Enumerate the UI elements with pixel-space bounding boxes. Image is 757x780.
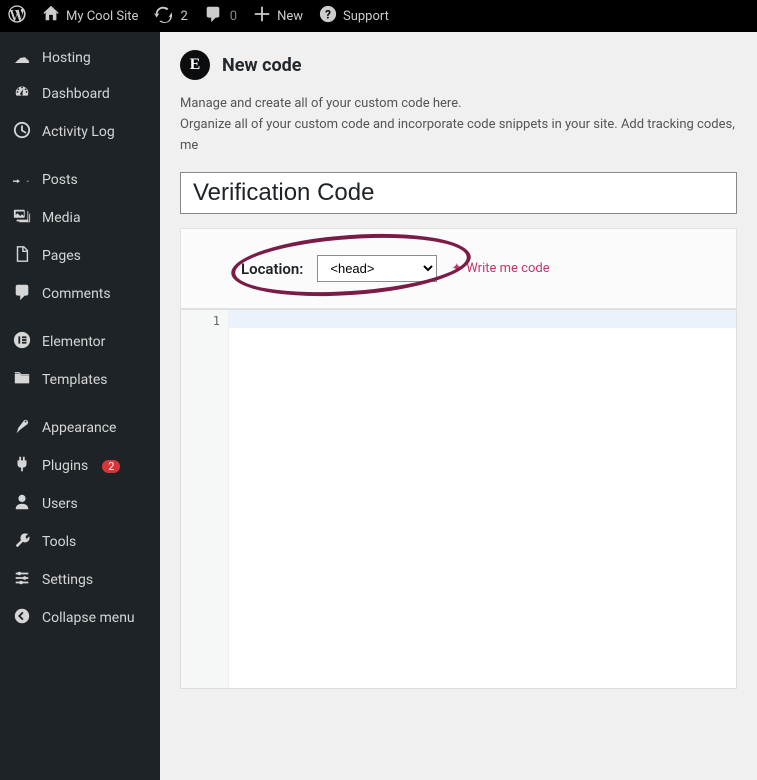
help-icon: ? [319,5,337,27]
support-link[interactable]: ? Support [311,0,397,32]
sidebar-separator [0,151,160,161]
pin-icon [12,169,32,191]
sliders-icon [12,569,32,591]
dashboard-icon [12,83,32,105]
new-label: New [277,9,303,24]
sidebar-item-settings[interactable]: Settings [0,561,160,599]
page-icon [12,245,32,267]
sidebar-item-dashboard[interactable]: Dashboard [0,75,160,113]
site-link[interactable]: My Cool Site [34,0,146,32]
wp-logo[interactable] [0,0,34,32]
plugins-badge: 2 [102,460,120,473]
code-title-input[interactable] [180,172,737,214]
wordpress-icon [8,5,26,27]
sidebar-item-comments[interactable]: Comments [0,275,160,313]
sidebar-item-tools[interactable]: Tools [0,523,160,561]
cloud-icon: ☁ [12,48,32,67]
sidebar-item-appearance[interactable]: Appearance [0,409,160,447]
editor-code-area[interactable] [229,310,736,688]
location-label: Location: [241,260,303,278]
comments-count: 0 [230,9,237,24]
sidebar-item-posts[interactable]: Posts [0,161,160,199]
code-title-box [180,172,737,214]
write-me-code-link[interactable]: ✦ Write me code [451,261,549,276]
sidebar-item-plugins[interactable]: Plugins2 [0,447,160,485]
update-icon [154,5,172,27]
sidebar-separator [0,399,160,409]
media-icon [12,207,32,229]
page-title: New code [222,55,302,76]
sidebar-item-elementor[interactable]: Elementor [0,323,160,361]
plus-icon [253,5,271,27]
content-area: E New code Manage and create all of your… [160,32,757,780]
location-panel: Location: <head> ✦ Write me code [180,228,737,309]
user-icon [12,493,32,515]
line-number: 1 [189,314,220,328]
svg-text:?: ? [325,8,331,22]
site-name: My Cool Site [66,9,138,24]
support-label: Support [343,9,389,24]
clock-icon [12,121,32,143]
admin-sidebar: ☁Hosting Dashboard Activity Log Posts Me… [0,32,160,780]
editor-gutter: 1 [181,310,229,688]
collapse-icon [12,607,32,629]
sidebar-item-activity[interactable]: Activity Log [0,113,160,151]
brush-icon [12,417,32,439]
page-header: E New code [160,32,757,94]
comments-link[interactable]: 0 [196,0,245,32]
admin-bar: My Cool Site 2 0 New ? Support [0,0,757,32]
sidebar-item-templates[interactable]: Templates [0,361,160,399]
current-line [229,310,736,328]
plug-icon [12,455,32,477]
intro-text: Manage and create all of your custom cod… [160,94,757,172]
new-link[interactable]: New [245,0,311,32]
wrench-icon [12,531,32,553]
home-icon [42,5,60,27]
comment-icon [204,5,222,27]
elementor-icon [12,331,32,353]
sidebar-item-users[interactable]: Users [0,485,160,523]
code-editor[interactable]: 1 [180,309,737,689]
sidebar-item-collapse[interactable]: Collapse menu [0,599,160,637]
elementor-badge-icon: E [180,50,210,80]
sidebar-item-hosting[interactable]: ☁Hosting [0,40,160,75]
location-select[interactable]: <head> [317,255,437,282]
comments-icon [12,283,32,305]
updates-link[interactable]: 2 [146,0,195,32]
folder-icon [12,369,32,391]
sidebar-item-pages[interactable]: Pages [0,237,160,275]
sidebar-item-media[interactable]: Media [0,199,160,237]
sidebar-separator [0,313,160,323]
sparkle-icon: ✦ [451,261,462,276]
updates-count: 2 [180,9,187,24]
